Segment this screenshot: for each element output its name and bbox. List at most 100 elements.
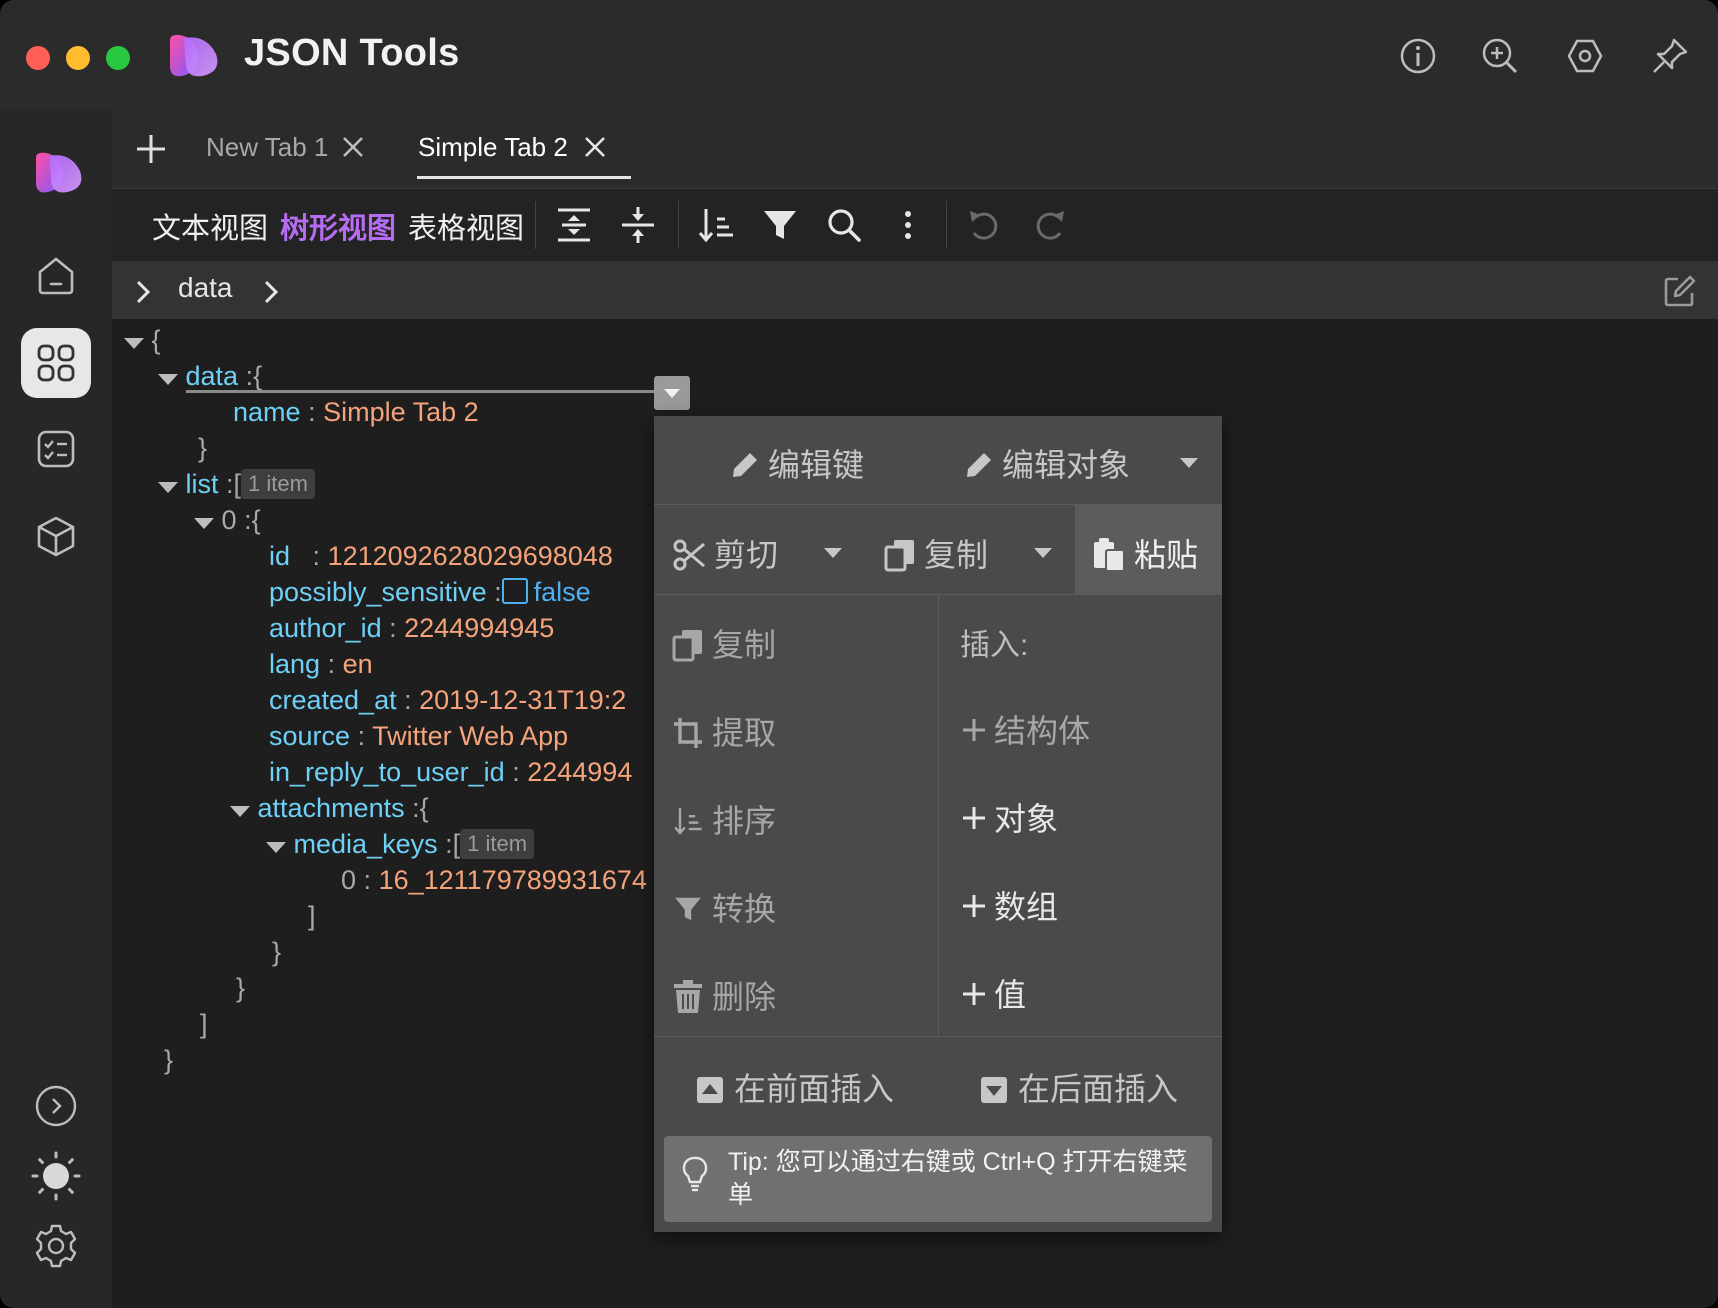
checklist-icon[interactable] (30, 423, 82, 475)
text-view-button[interactable]: 文本视图 (152, 205, 268, 247)
tree-row-media-keys[interactable]: media_keys :[1 item (266, 826, 535, 862)
new-tab-plus-icon[interactable] (134, 132, 168, 166)
title-bar: JSON Tools (0, 0, 1718, 110)
collapse-caret-icon[interactable] (124, 338, 144, 349)
redo-icon[interactable] (1030, 205, 1070, 245)
insert-array-button[interactable]: 数组 (960, 882, 1058, 928)
tree-key[interactable]: lang (269, 649, 320, 679)
tree-row-possibly-sensitive[interactable]: possibly_sensitive : false (269, 574, 591, 610)
table-view-button[interactable]: 表格视图 (408, 205, 524, 247)
edit-path-icon[interactable] (1662, 273, 1698, 309)
insert-after-button[interactable]: 在后面插入 (980, 1064, 1178, 1110)
context-menu-toggle[interactable] (654, 376, 690, 410)
tab-new-tab-1[interactable]: New Tab 1 (206, 132, 328, 163)
tree-key[interactable]: media_keys (294, 829, 438, 859)
tree-row-media-0[interactable]: 0 : 16_121179789931674 (341, 862, 647, 898)
expand-all-icon[interactable] (554, 205, 594, 245)
close-tab-icon[interactable] (582, 134, 608, 160)
tree-value[interactable]: 1212092628029698048 (328, 541, 613, 571)
insert-object-button[interactable]: 对象 (960, 794, 1058, 840)
tree-key[interactable]: data (186, 361, 239, 391)
tree-index[interactable]: 0 (341, 865, 356, 895)
tree-row-id[interactable]: id : 1212092628029698048 (269, 538, 613, 574)
caret-down-icon[interactable] (1032, 546, 1054, 560)
collapse-caret-icon[interactable] (266, 842, 286, 853)
tree-value[interactable]: 2244994945 (404, 613, 554, 643)
tree-key[interactable]: possibly_sensitive (269, 577, 487, 607)
tree-value[interactable]: Twitter Web App (372, 721, 568, 751)
tree-row-source[interactable]: source : Twitter Web App (269, 718, 568, 754)
info-icon[interactable] (1398, 36, 1438, 76)
transform-button[interactable]: 转换 (672, 884, 776, 930)
tree-value[interactable]: 16_121179789931674 (379, 865, 647, 895)
copy-format-button[interactable]: 复制 (884, 530, 988, 576)
tree-index[interactable]: 0 (222, 505, 237, 535)
edit-object-button[interactable]: 编辑对象 (964, 440, 1130, 486)
expand-chevron-icon[interactable] (30, 1080, 82, 1132)
settings-gear-icon[interactable] (30, 1220, 82, 1272)
pin-icon[interactable] (1650, 36, 1690, 76)
tree-key[interactable]: id (269, 541, 290, 571)
caret-down-icon[interactable] (1178, 456, 1200, 470)
home-icon[interactable] (30, 250, 82, 302)
paste-button[interactable]: 粘贴 (1092, 530, 1198, 576)
zoom-in-icon[interactable] (1480, 36, 1520, 76)
tree-key[interactable]: attachments (258, 793, 405, 823)
tree-value[interactable]: 2244994 (527, 757, 632, 787)
chevron-right-icon[interactable] (260, 278, 282, 306)
tree-view-button[interactable]: 树形视图 (280, 205, 396, 247)
tree-row-list[interactable]: list :[1 item (158, 466, 315, 502)
search-icon[interactable] (824, 205, 864, 245)
sort-icon[interactable] (696, 205, 736, 245)
tree-key[interactable]: source (269, 721, 350, 751)
tree-row-index-0[interactable]: 0 :{ (194, 502, 261, 538)
boolean-checkbox[interactable] (501, 578, 528, 604)
tree-row-attachments[interactable]: attachments :{ (230, 790, 429, 826)
tree-row-name[interactable]: name : Simple Tab 2 (233, 394, 479, 430)
tree-row-data[interactable]: data :{ (158, 358, 262, 394)
tree-value[interactable]: 2019-12-31T19:2 (419, 685, 626, 715)
extract-button[interactable]: 提取 (672, 708, 776, 754)
tree-root-row[interactable]: { (124, 322, 161, 358)
tree-row-lang[interactable]: lang : en (269, 646, 373, 682)
insert-before-button[interactable]: 在前面插入 (696, 1064, 894, 1110)
delete-button[interactable]: 删除 (672, 972, 776, 1018)
maximize-window-button[interactable] (106, 46, 130, 70)
theme-sun-icon[interactable] (30, 1150, 82, 1202)
duplicate-button[interactable]: 复制 (672, 620, 776, 666)
tree-key[interactable]: in_reply_to_user_id (269, 757, 505, 787)
tree-key[interactable]: created_at (269, 685, 397, 715)
caret-down-icon[interactable] (822, 546, 844, 560)
apps-grid-icon[interactable] (30, 337, 82, 389)
tree-row-created-at[interactable]: created_at : 2019-12-31T19:2 (269, 682, 626, 718)
collapse-caret-icon[interactable] (194, 518, 214, 529)
collapse-caret-icon[interactable] (158, 482, 178, 493)
insert-value-button[interactable]: 值 (960, 970, 1026, 1016)
cut-button[interactable]: 剪切 (672, 530, 778, 576)
insert-struct-button[interactable]: 结构体 (960, 706, 1090, 752)
edit-key-button[interactable]: 编辑键 (730, 440, 864, 486)
sort-button[interactable]: 排序 (672, 796, 776, 842)
close-window-button[interactable] (26, 46, 50, 70)
tab-simple-tab-2[interactable]: Simple Tab 2 (418, 132, 568, 163)
tree-row-in-reply-to-user-id[interactable]: in_reply_to_user_id : 2244994 (269, 754, 632, 790)
chevron-right-icon[interactable] (132, 278, 154, 306)
minimize-window-button[interactable] (66, 46, 90, 70)
undo-icon[interactable] (964, 205, 1004, 245)
collapse-caret-icon[interactable] (230, 806, 250, 817)
tree-value[interactable]: false (534, 577, 591, 607)
tree-value[interactable]: en (343, 649, 373, 679)
tree-key[interactable]: name (233, 397, 301, 427)
collapse-all-icon[interactable] (618, 205, 658, 245)
package-box-icon[interactable] (30, 510, 82, 562)
collapse-caret-icon[interactable] (158, 374, 178, 385)
tree-key[interactable]: list (186, 469, 219, 499)
hexagon-settings-icon[interactable] (1565, 36, 1605, 76)
breadcrumb-item[interactable]: data (178, 272, 233, 304)
tree-key[interactable]: author_id (269, 613, 382, 643)
tree-value[interactable]: Simple Tab 2 (323, 397, 479, 427)
tree-row-author-id[interactable]: author_id : 2244994945 (269, 610, 554, 646)
more-options-icon[interactable] (888, 205, 928, 245)
filter-icon[interactable] (760, 205, 800, 245)
close-tab-icon[interactable] (340, 134, 366, 160)
